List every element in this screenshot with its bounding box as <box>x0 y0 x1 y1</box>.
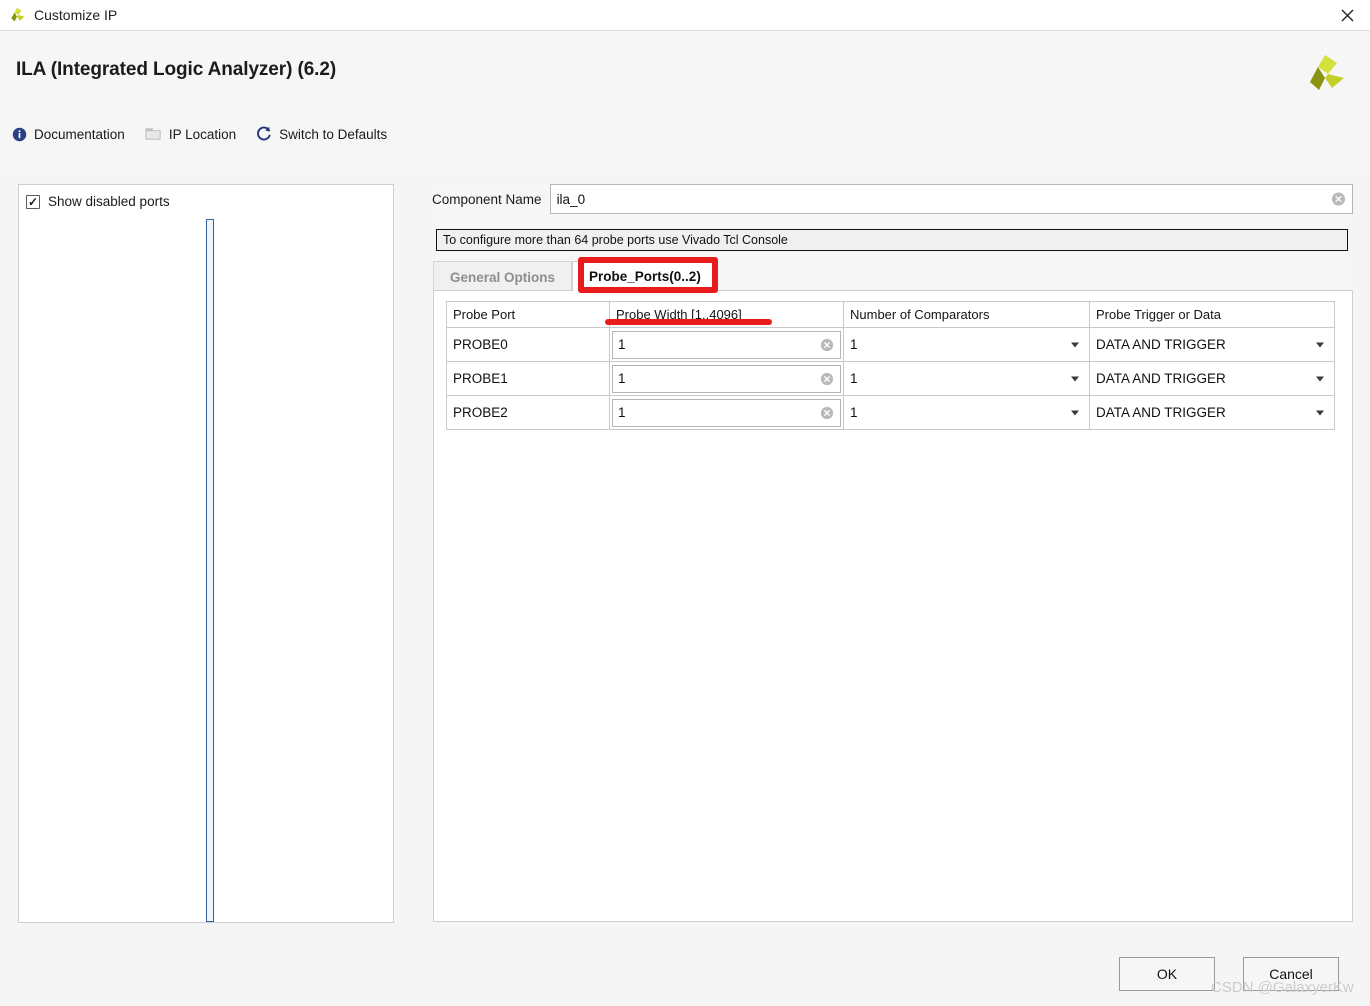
tab-general-options[interactable]: General Options <box>433 261 573 292</box>
show-disabled-ports-checkbox[interactable]: ✓ Show disabled ports <box>26 194 170 209</box>
probe-width-input[interactable] <box>613 365 840 392</box>
ip-block-diagram <box>206 219 214 922</box>
cell-probe-port: PROBE2 <box>446 395 610 430</box>
trigger-or-data-value: DATA AND TRIGGER <box>1096 371 1226 386</box>
probe-ports-table: Probe Port Probe Width [1..4096] Number … <box>446 301 1335 430</box>
xilinx-logo-icon <box>1302 50 1346 94</box>
refresh-icon <box>256 126 272 142</box>
cell-probe-width[interactable] <box>609 395 844 430</box>
port-diagram-panel: ✓ Show disabled ports <box>18 184 394 923</box>
switch-to-defaults-link[interactable]: Switch to Defaults <box>256 126 387 142</box>
tab-general-options-label: General Options <box>450 269 556 285</box>
cell-probe-trigger-or-data[interactable]: DATA AND TRIGGER <box>1089 395 1335 430</box>
check-icon: ✓ <box>27 194 39 209</box>
probe-width-input[interactable] <box>613 331 840 358</box>
trigger-or-data-dropdown[interactable]: DATA AND TRIGGER <box>1090 362 1334 395</box>
chevron-down-icon <box>1316 342 1324 347</box>
table-header-row: Probe Port Probe Width [1..4096] Number … <box>446 301 1335 328</box>
trigger-or-data-value: DATA AND TRIGGER <box>1096 337 1226 352</box>
info-message-bar: To configure more than 64 probe ports us… <box>436 229 1348 251</box>
comparators-value: 1 <box>850 405 858 420</box>
cell-probe-width[interactable] <box>609 327 844 362</box>
component-name-label: Component Name <box>432 191 542 207</box>
comparators-value: 1 <box>850 337 858 352</box>
trigger-or-data-value: DATA AND TRIGGER <box>1096 405 1226 420</box>
show-disabled-ports-label: Show disabled ports <box>48 194 170 209</box>
comparators-value: 1 <box>850 371 858 386</box>
info-message-text: To configure more than 64 probe ports us… <box>443 233 788 247</box>
header-linkbar: Documentation IP Location Switch to Defa… <box>12 126 387 142</box>
trigger-or-data-dropdown[interactable]: DATA AND TRIGGER <box>1090 396 1334 429</box>
switch-to-defaults-label: Switch to Defaults <box>279 126 388 142</box>
tab-strip: General Options Probe_Ports(0..2) <box>433 259 1353 292</box>
window-titlebar: Customize IP <box>0 0 1370 31</box>
chevron-down-icon <box>1071 376 1079 381</box>
probe-port-value: PROBE1 <box>453 371 508 386</box>
column-header-probe-width: Probe Width [1..4096] <box>609 301 844 328</box>
column-header-number-of-comparators: Number of Comparators <box>843 301 1090 328</box>
clear-circle-icon[interactable] <box>820 338 834 352</box>
cell-probe-trigger-or-data[interactable]: DATA AND TRIGGER <box>1089 327 1335 362</box>
cell-probe-port: PROBE0 <box>446 327 610 362</box>
folder-icon <box>145 127 162 141</box>
cell-number-of-comparators[interactable]: 1 <box>843 361 1090 396</box>
clear-circle-icon[interactable] <box>1331 192 1346 207</box>
ok-button[interactable]: OK <box>1119 957 1215 991</box>
xilinx-logo-icon <box>8 6 26 24</box>
tab-probe-ports[interactable]: Probe_Ports(0..2) <box>572 261 718 292</box>
probe-width-input[interactable] <box>613 399 840 426</box>
trigger-or-data-dropdown[interactable]: DATA AND TRIGGER <box>1090 328 1334 361</box>
column-header-probe-trigger-or-data: Probe Trigger or Data <box>1089 301 1335 328</box>
documentation-link[interactable]: Documentation <box>12 127 125 142</box>
ip-location-link[interactable]: IP Location <box>145 127 236 142</box>
probe-port-value: PROBE2 <box>453 405 508 420</box>
documentation-label: Documentation <box>34 126 125 142</box>
clear-circle-icon[interactable] <box>820 406 834 420</box>
component-name-row: Component Name <box>432 184 1353 214</box>
probe-port-value: PROBE0 <box>453 337 508 352</box>
chevron-down-icon <box>1316 376 1324 381</box>
component-name-input[interactable] <box>550 185 1352 213</box>
component-name-field[interactable] <box>549 184 1353 214</box>
chevron-down-icon <box>1071 342 1079 347</box>
close-icon[interactable] <box>1324 0 1370 30</box>
table-row: PROBE0 1 1 DATA AND TRIGGER <box>446 327 1335 362</box>
comparators-dropdown[interactable]: 1 <box>844 328 1089 361</box>
column-header-probe-port: Probe Port <box>446 301 610 328</box>
tab-probe-ports-label: Probe_Ports(0..2) <box>589 269 701 284</box>
probe-width-field[interactable] <box>612 330 841 359</box>
configuration-panel: Component Name To configure more than 64… <box>432 184 1353 923</box>
probe-ports-tab-pane: Probe Port Probe Width [1..4096] Number … <box>433 290 1353 922</box>
checkbox-box: ✓ <box>26 194 40 209</box>
page-title: ILA (Integrated Logic Analyzer) (6.2) <box>16 59 337 80</box>
table-row: PROBE2 1 1 DATA AND TRIGGER <box>446 395 1335 430</box>
probe-width-field[interactable] <box>612 398 841 427</box>
chevron-down-icon <box>1071 410 1079 415</box>
cell-probe-trigger-or-data[interactable]: DATA AND TRIGGER <box>1089 361 1335 396</box>
probe-width-field[interactable] <box>612 364 841 393</box>
window-title: Customize IP <box>34 7 118 23</box>
cell-number-of-comparators[interactable]: 1 <box>843 395 1090 430</box>
cell-probe-port: PROBE1 <box>446 361 610 396</box>
cell-probe-width[interactable] <box>609 361 844 396</box>
info-icon <box>12 127 27 142</box>
table-row: PROBE1 1 1 DATA AND TRIGGER <box>446 361 1335 396</box>
cancel-button[interactable]: Cancel <box>1243 957 1339 991</box>
comparators-dropdown[interactable]: 1 <box>844 396 1089 429</box>
comparators-dropdown[interactable]: 1 <box>844 362 1089 395</box>
clear-circle-icon[interactable] <box>820 372 834 386</box>
ip-location-label: IP Location <box>168 126 237 142</box>
dialog-header: ILA (Integrated Logic Analyzer) (6.2) Do… <box>0 31 1370 175</box>
cell-number-of-comparators[interactable]: 1 <box>843 327 1090 362</box>
chevron-down-icon <box>1316 410 1324 415</box>
